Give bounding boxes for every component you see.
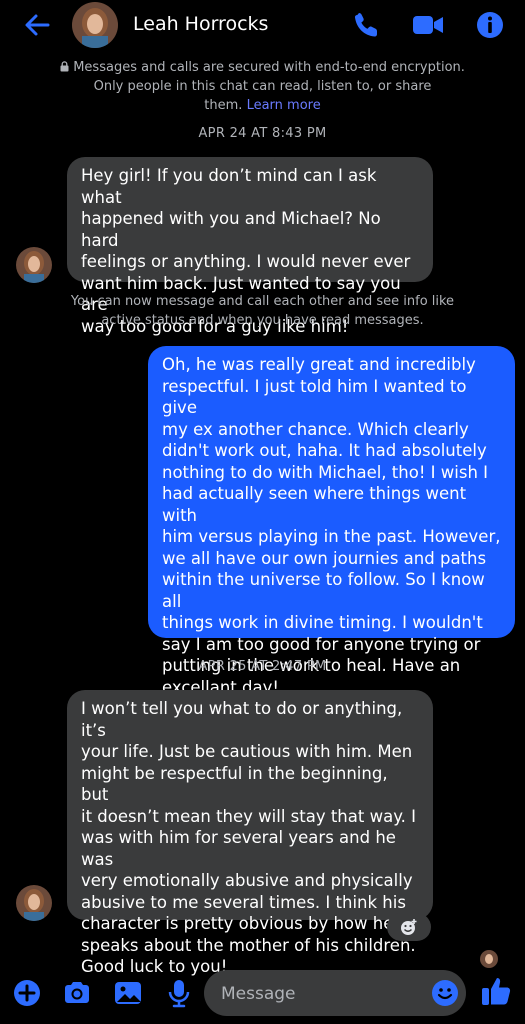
- smiley-plus-icon: [387, 919, 431, 945]
- message-line: very emotionally abusive and physically: [81, 871, 413, 890]
- message-line: Oh, he was really great and incredibly: [162, 355, 476, 374]
- message-line: happened with you and Michael? No hard: [81, 209, 381, 250]
- video-call-icon[interactable]: [412, 10, 443, 40]
- plus-icon[interactable]: [12, 978, 42, 1008]
- thumbs-up-icon[interactable]: [480, 975, 511, 1005]
- emoji-icon[interactable]: [431, 979, 459, 1007]
- message-line: didn't work out, haha. It had absolutely: [162, 441, 487, 460]
- learn-more-link[interactable]: Learn more: [247, 98, 321, 113]
- add-reaction-button[interactable]: [387, 913, 431, 941]
- back-arrow-icon[interactable]: [22, 10, 52, 40]
- received-message-bubble[interactable]: Hey girl! If you don’t mind can I ask wh…: [67, 157, 433, 336]
- message-line: Hey girl! If you don’t mind can I ask wh…: [81, 166, 377, 207]
- composer-bar: [0, 962, 525, 1024]
- message-line: your life. Just be cautious with him. Me…: [81, 742, 413, 761]
- message-line: say I am too good for anyone trying or: [162, 634, 481, 654]
- info-line: active status and when you have read mes…: [101, 312, 424, 328]
- info-icon[interactable]: [475, 10, 505, 40]
- connection-info-text: You can now message and call each other …: [70, 293, 455, 330]
- message-line: things work in divine timing. I wouldn't: [162, 613, 483, 632]
- message-input-container[interactable]: [204, 970, 466, 1016]
- encryption-line-2: Only people in this chat can read, liste…: [93, 79, 432, 94]
- message-line: respectful. I just told him I wanted to …: [162, 376, 467, 418]
- message-line: feelings or anything. I would never ever: [81, 252, 411, 271]
- chat-header: Leah Horrocks: [0, 0, 525, 52]
- message-input[interactable]: [219, 978, 423, 1010]
- sent-message-bubble[interactable]: Oh, he was really great and incredibly r…: [148, 346, 515, 697]
- message-line: my ex another chance. Which clearly: [162, 419, 469, 439]
- message-line: speaks about the mother of his children.: [81, 935, 416, 955]
- encryption-notice: Messages and calls are secured with end-…: [60, 58, 465, 115]
- contact-name[interactable]: Leah Horrocks: [133, 13, 268, 35]
- encryption-line-1: Messages and calls are secured with end-…: [73, 60, 465, 75]
- message-line: within the universe to follow. So I know…: [162, 570, 485, 611]
- contact-avatar-small[interactable]: [16, 247, 52, 283]
- message-line: nothing to do with Michael, tho! I wish …: [162, 462, 489, 482]
- lock-icon: [60, 60, 73, 75]
- camera-icon[interactable]: [62, 978, 92, 1008]
- timestamp: APR 25 AT 2:47 PM: [198, 659, 327, 674]
- message-line: it doesn’t mean they will stay that way.…: [81, 806, 416, 826]
- message-line: was with him for several years and he wa…: [81, 828, 396, 869]
- encryption-line-3: them.: [204, 98, 243, 113]
- message-line: we all have our own journies and paths: [162, 548, 487, 568]
- message-line: had actually seen where things went with: [162, 484, 467, 525]
- message-line: character is pretty obvious by how he: [81, 914, 394, 933]
- timestamp: APR 24 AT 8:43 PM: [198, 126, 327, 141]
- gallery-icon[interactable]: [113, 978, 143, 1008]
- contact-avatar[interactable]: [72, 2, 118, 48]
- info-line: You can now message and call each other …: [70, 294, 455, 309]
- contact-avatar-small[interactable]: [16, 885, 52, 921]
- microphone-icon[interactable]: [164, 978, 194, 1008]
- phone-call-icon[interactable]: [352, 10, 382, 40]
- message-line: might be respectful in the beginning, bu…: [81, 763, 388, 805]
- received-message-bubble[interactable]: I won’t tell you what to do or anything,…: [67, 690, 433, 976]
- message-line: him versus playing in the past. However,: [162, 527, 501, 546]
- message-line: abusive to me several times. I think his: [81, 892, 406, 912]
- message-line: I won’t tell you what to do or anything,…: [81, 699, 403, 740]
